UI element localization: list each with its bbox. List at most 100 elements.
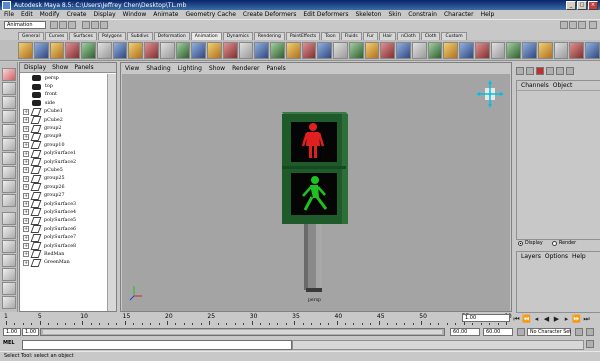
menu-skeleton[interactable]: Skeleton (355, 11, 381, 18)
viewport-menu-renderer[interactable]: Renderer (232, 65, 259, 72)
input-line-icon[interactable] (546, 67, 554, 75)
close-button[interactable]: × (588, 1, 598, 10)
outliner-item-group26[interactable]: + group26 (20, 183, 108, 192)
play-backwards-icon[interactable]: ◀ (542, 314, 551, 324)
joint-tool-icon[interactable] (270, 41, 285, 59)
menu-create[interactable]: Create (67, 11, 87, 18)
outliner-item-pcube1[interactable]: + pCube1 (20, 107, 108, 116)
select-component-icon[interactable] (100, 21, 108, 29)
go-to-start-icon[interactable]: ⏮ (512, 314, 521, 324)
menu-geometry-cache[interactable]: Geometry Cache (185, 11, 235, 18)
outliner-item-polysurface4[interactable]: + polySurface4 (20, 208, 108, 217)
ik-handle-icon[interactable] (254, 41, 269, 59)
outliner-item-greenman[interactable]: + GreenMan (20, 258, 108, 267)
render-settings-icon[interactable] (536, 67, 544, 75)
tab-hair[interactable]: Hair (378, 32, 397, 40)
menu-set-selector[interactable]: Animation (4, 21, 46, 29)
soft-mod-tool-icon[interactable] (2, 166, 16, 179)
tab-surfaces[interactable]: Surfaces (69, 32, 97, 40)
step-forward-key-icon[interactable]: ⏩ (572, 314, 581, 324)
view-axis-gizmo-icon[interactable] (476, 80, 504, 108)
menu-constrain[interactable]: Constrain (408, 11, 437, 18)
outliner-item-pcube2[interactable]: + pCube2 (20, 116, 108, 125)
tab-subdivs[interactable]: Subdivs (126, 32, 153, 40)
time-slider[interactable]: 151015202530354045505560 1.00 ⏮ ⏪ ◂ ◀ ▶ … (0, 313, 600, 326)
manipulator-tool-icon[interactable] (2, 152, 16, 165)
dope-sheet-icon[interactable] (112, 41, 128, 59)
script-editor-icon[interactable] (586, 340, 594, 348)
wave-icon[interactable] (427, 41, 443, 59)
graph-editor-icon[interactable] (96, 41, 112, 59)
playback-start-field[interactable]: 1.00 (22, 328, 39, 336)
rotate-tool-icon[interactable] (2, 124, 16, 137)
step-forward-frame-icon[interactable]: ▸ (562, 314, 571, 324)
outliner-item-redman[interactable]: + RedMan (20, 250, 108, 259)
auto-key-icon[interactable] (575, 328, 583, 336)
cluster-icon[interactable] (348, 41, 364, 59)
last-used-tool-icon[interactable] (2, 194, 16, 207)
four-pane-layout-icon[interactable] (2, 226, 16, 239)
render-current-frame-icon[interactable] (516, 67, 524, 75)
viewport-menu-show[interactable]: Show (209, 65, 225, 72)
tab-animation[interactable]: Animation (190, 32, 222, 40)
hypergraph-icon[interactable] (522, 41, 537, 59)
lasso-tool-icon[interactable] (2, 82, 16, 95)
expand-icon[interactable]: + (23, 184, 29, 191)
play-forwards-icon[interactable]: ▶ (552, 314, 561, 324)
playback-end-field[interactable]: 60.00 (450, 328, 480, 336)
sculpt-icon[interactable] (380, 41, 395, 59)
outliner-icon[interactable] (537, 41, 553, 59)
tab-curves[interactable]: Curves (44, 32, 69, 40)
render-view-layout-icon[interactable] (2, 282, 16, 295)
outliner-item-polysurface1[interactable]: + polySurface1 (20, 149, 108, 158)
maximize-button[interactable]: □ (577, 1, 587, 10)
blend-shape-icon[interactable] (317, 41, 332, 59)
expand-icon[interactable]: + (23, 167, 29, 174)
ghost-icon[interactable] (144, 41, 159, 59)
jiggle-icon[interactable] (443, 41, 458, 59)
custom-layout-icon[interactable] (2, 296, 16, 309)
tab-dynamics[interactable]: Dynamics (222, 32, 253, 40)
scale-tool-icon[interactable] (2, 138, 16, 151)
outliner-scrollbar[interactable] (107, 74, 116, 311)
show-channelbox-icon[interactable] (578, 21, 586, 29)
create-clip-icon[interactable] (222, 41, 238, 59)
character-set-menu[interactable]: No Character Set (527, 328, 571, 336)
expand-icon[interactable]: + (23, 150, 29, 157)
tab-fluids[interactable]: Fluids (340, 32, 362, 40)
motion-trail-icon[interactable] (175, 41, 191, 59)
paint-select-tool-icon[interactable] (2, 96, 16, 109)
viewport-menu-panels[interactable]: Panels (266, 65, 285, 72)
outliner-menu-show[interactable]: Show (52, 64, 68, 71)
select-tool-icon[interactable] (2, 68, 16, 81)
layer-menu-options[interactable]: Options (545, 253, 568, 260)
outliner-item-group10[interactable]: + group10 (20, 141, 108, 150)
tab-ncloth[interactable]: nCloth (397, 32, 420, 40)
tab-fur[interactable]: Fur (362, 32, 378, 40)
outliner-item-polysurface5[interactable]: + polySurface5 (20, 216, 108, 225)
new-scene-icon[interactable] (50, 21, 58, 29)
layer-menu-layers[interactable]: Layers (521, 253, 541, 260)
show-toolbox-icon[interactable] (569, 21, 577, 29)
tab-custom[interactable]: Custom (441, 32, 467, 40)
wire-icon[interactable] (364, 41, 380, 59)
key-scale-icon[interactable] (81, 41, 96, 59)
outliner-item-side[interactable]: side (20, 99, 108, 107)
expand-icon[interactable]: + (23, 251, 29, 258)
command-input[interactable] (22, 340, 292, 350)
channelbox-toggle-icon[interactable] (566, 67, 574, 75)
outliner-item-group2[interactable]: + group2 (20, 124, 108, 133)
step-back-frame-icon[interactable]: ◂ (532, 314, 541, 324)
expand-icon[interactable]: + (23, 243, 29, 249)
ipr-render-icon[interactable] (526, 67, 534, 75)
go-to-end-icon[interactable]: ⏭ (582, 314, 591, 324)
tab-painteffects[interactable]: PaintEffects (285, 32, 321, 40)
current-time-field[interactable]: 1.00 (462, 314, 510, 322)
outliner-item-front[interactable]: front (20, 91, 108, 99)
tab-toon[interactable]: Toon (321, 32, 340, 40)
show-manipulator-tool-icon[interactable] (2, 180, 16, 193)
menu-skin[interactable]: Skin (388, 11, 401, 18)
outliner-item-group27[interactable]: + group27 (20, 191, 108, 200)
range-slider-bar[interactable] (40, 328, 445, 336)
hypershade-layout-icon[interactable] (2, 268, 16, 281)
